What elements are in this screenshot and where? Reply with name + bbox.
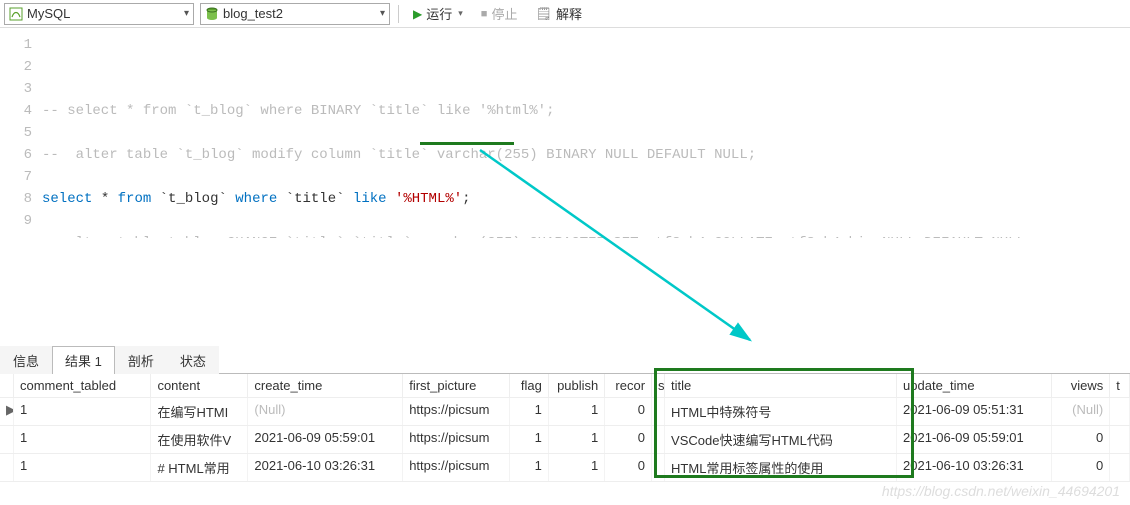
cell-publish[interactable]: 1 <box>549 454 605 481</box>
table-row[interactable]: 1在使用软件V2021-06-09 05:59:01https://picsum… <box>0 426 1130 454</box>
string-underline <box>420 142 514 145</box>
cell-first_picture[interactable]: https://picsum <box>403 454 510 481</box>
tab-result[interactable]: 结果 1 <box>52 346 115 374</box>
row-handle[interactable] <box>0 426 14 453</box>
col-content[interactable]: content <box>151 374 248 397</box>
cell-update_time[interactable]: 2021-06-09 05:51:31 <box>897 398 1052 425</box>
cell-update_time[interactable]: 2021-06-09 05:59:01 <box>897 426 1052 453</box>
mysql-icon <box>9 7 23 21</box>
cell-views[interactable]: 0 <box>1052 426 1110 453</box>
result-grid[interactable]: comment_tabled content create_time first… <box>0 374 1130 482</box>
cell-content[interactable]: 在编写HTMI <box>151 398 248 425</box>
cell-views[interactable]: 0 <box>1052 454 1110 481</box>
watermark: https://blog.csdn.net/weixin_44694201 <box>882 483 1120 499</box>
table-row[interactable]: 1# HTML常用2021-06-10 03:26:31https://pics… <box>0 454 1130 482</box>
cell-title[interactable]: VSCode快速编写HTML代码 <box>665 426 897 453</box>
col-views[interactable]: views <box>1052 374 1110 397</box>
result-tabs: 信息 结果 1 剖析 状态 <box>0 348 1130 374</box>
col-comment_tabled[interactable]: comment_tabled <box>14 374 151 397</box>
cell-publish[interactable]: 1 <box>549 398 605 425</box>
divider <box>398 5 399 23</box>
tab-info[interactable]: 信息 <box>0 346 52 374</box>
cell-comment_tabled[interactable]: 1 <box>14 454 151 481</box>
database-value: blog_test2 <box>223 6 380 21</box>
cell-flag[interactable]: 1 <box>510 426 549 453</box>
cell-s[interactable] <box>652 454 665 481</box>
col-flag[interactable]: flag <box>510 374 549 397</box>
cell-t[interactable] <box>1110 398 1130 425</box>
cell-create_time[interactable]: 2021-06-09 05:59:01 <box>248 426 403 453</box>
cell-s[interactable] <box>652 426 665 453</box>
col-recor[interactable]: recor <box>605 374 652 397</box>
cell-recor[interactable]: 0 <box>605 426 652 453</box>
gutter: 123456789 <box>0 28 42 238</box>
col-create_time[interactable]: create_time <box>248 374 403 397</box>
cell-content[interactable]: 在使用软件V <box>151 426 248 453</box>
cell-recor[interactable]: 0 <box>605 398 652 425</box>
stop-label: 停止 <box>491 4 517 23</box>
cell-s[interactable] <box>652 398 665 425</box>
cell-views[interactable]: (Null) <box>1052 398 1110 425</box>
col-t[interactable]: t <box>1110 374 1130 397</box>
db-engine-select[interactable]: MySQL ▾ <box>4 3 194 25</box>
cell-content[interactable]: # HTML常用 <box>151 454 248 481</box>
database-icon <box>205 7 219 21</box>
stop-button[interactable]: ■ 停止 <box>475 3 524 25</box>
cell-title[interactable]: HTML中特殊符号 <box>665 398 897 425</box>
code-area[interactable]: -- select * from `t_blog` where BINARY `… <box>42 28 1130 238</box>
cell-comment_tabled[interactable]: 1 <box>14 426 151 453</box>
cell-flag[interactable]: 1 <box>510 398 549 425</box>
col-publish[interactable]: publish <box>549 374 605 397</box>
col-update_time[interactable]: update_time <box>897 374 1052 397</box>
run-button[interactable]: ▶ 运行 ▾ <box>407 3 469 25</box>
chevron-down-icon: ▾ <box>380 8 385 19</box>
chevron-down-icon: ▾ <box>184 8 189 19</box>
cell-create_time[interactable]: 2021-06-10 03:26:31 <box>248 454 403 481</box>
row-handle-header <box>0 374 14 397</box>
cell-publish[interactable]: 1 <box>549 426 605 453</box>
cell-update_time[interactable]: 2021-06-10 03:26:31 <box>897 454 1052 481</box>
stop-icon: ■ <box>481 8 488 20</box>
cell-comment_tabled[interactable]: 1 <box>14 398 151 425</box>
cell-first_picture[interactable]: https://picsum <box>403 426 510 453</box>
cell-flag[interactable]: 1 <box>510 454 549 481</box>
sql-editor[interactable]: 123456789 -- select * from `t_blog` wher… <box>0 28 1130 238</box>
cell-title[interactable]: HTML常用标签属性的使用 <box>665 454 897 481</box>
col-title[interactable]: title <box>665 374 897 397</box>
toolbar: MySQL ▾ blog_test2 ▾ ▶ 运行 ▾ ■ 停止 🗒 解释 <box>0 0 1130 28</box>
run-label: 运行 <box>426 4 452 23</box>
db-engine-value: MySQL <box>27 6 184 21</box>
cell-recor[interactable]: 0 <box>605 454 652 481</box>
col-first_picture[interactable]: first_picture <box>403 374 510 397</box>
cell-first_picture[interactable]: https://picsum <box>403 398 510 425</box>
explain-label: 解释 <box>556 4 582 23</box>
cell-t[interactable] <box>1110 454 1130 481</box>
col-s[interactable]: s <box>652 374 665 397</box>
table-row[interactable]: ▶1在编写HTMI(Null)https://picsum110HTML中特殊符… <box>0 398 1130 426</box>
explain-button[interactable]: 🗒 解释 <box>529 3 588 25</box>
play-icon: ▶ <box>413 7 422 21</box>
cell-create_time[interactable]: (Null) <box>248 398 403 425</box>
row-handle[interactable] <box>0 454 14 481</box>
cell-t[interactable] <box>1110 426 1130 453</box>
database-select[interactable]: blog_test2 ▾ <box>200 3 390 25</box>
tab-status[interactable]: 状态 <box>167 346 219 374</box>
explain-icon: 🗒 <box>535 6 552 22</box>
tab-profile[interactable]: 剖析 <box>115 346 167 374</box>
chevron-down-icon: ▾ <box>458 8 463 19</box>
grid-header: comment_tabled content create_time first… <box>0 374 1130 398</box>
row-handle[interactable]: ▶ <box>0 398 14 425</box>
